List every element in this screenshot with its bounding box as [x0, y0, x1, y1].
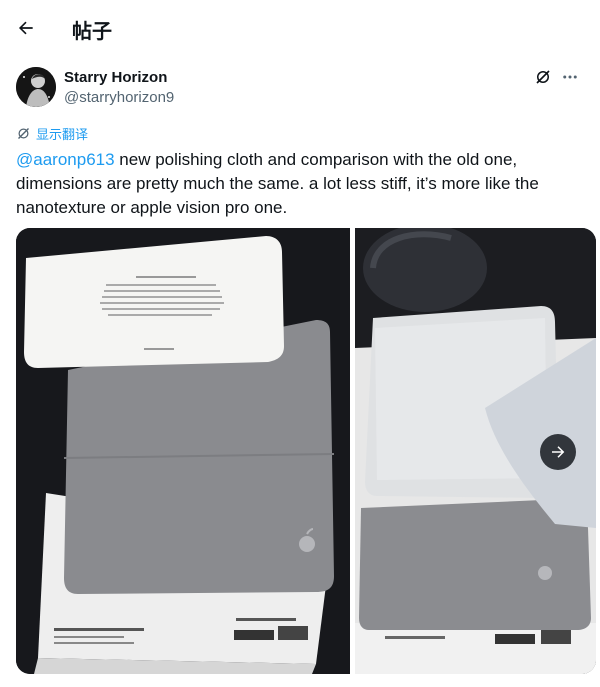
photo-1-image	[16, 228, 350, 674]
author-handle[interactable]: @starryhorizon9	[64, 89, 174, 106]
show-translation-button[interactable]: 显示翻译	[16, 124, 88, 143]
top-bar: 帖子	[0, 0, 600, 56]
page-title: 帖子	[72, 19, 112, 43]
avatar[interactable]	[16, 67, 56, 107]
author-name[interactable]: Starry Horizon	[64, 69, 167, 86]
next-photo-button[interactable]	[540, 434, 576, 470]
tweet-text: @aaronp613 new polishing cloth and compa…	[16, 148, 576, 220]
arrow-right-icon	[552, 446, 565, 458]
back-button[interactable]	[10, 12, 42, 44]
mention-link[interactable]: @aaronp613	[16, 150, 115, 169]
photo-1[interactable]	[16, 228, 350, 674]
avatar-image	[16, 67, 56, 107]
arrow-left-icon	[18, 21, 33, 35]
more-options-button[interactable]	[559, 66, 581, 88]
translate-icon	[18, 128, 29, 139]
media-carousel	[16, 228, 596, 674]
more-icon	[563, 75, 577, 79]
grok-icon	[536, 70, 550, 84]
show-translation-label: 显示翻译	[36, 128, 89, 143]
grok-button[interactable]	[532, 66, 554, 88]
